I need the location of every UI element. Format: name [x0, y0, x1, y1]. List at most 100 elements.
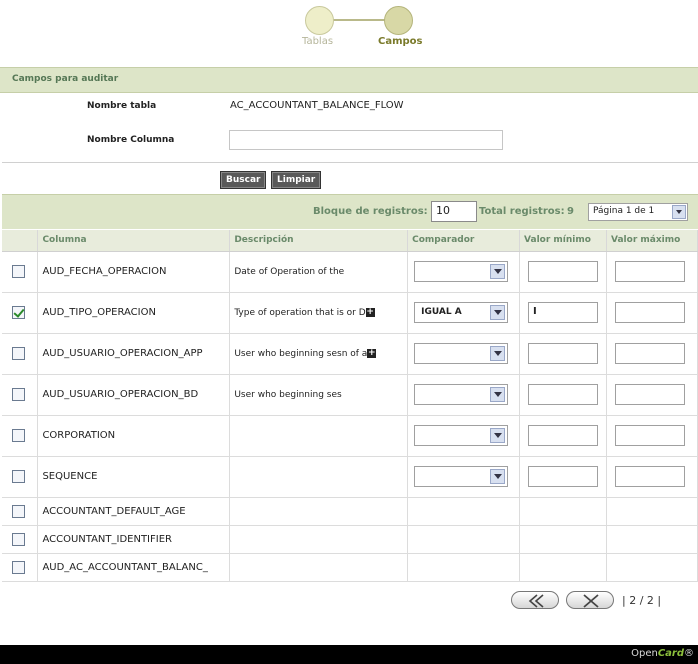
min-value-cell	[519, 525, 608, 554]
chevron-down-icon[interactable]	[490, 428, 506, 443]
description-text: Type of operation that is or D	[234, 308, 366, 318]
max-value-input[interactable]	[615, 261, 686, 282]
chevron-down-icon[interactable]	[490, 305, 506, 320]
max-value-cell	[606, 525, 698, 554]
clear-button[interactable]: Limpiar	[271, 171, 322, 189]
column-name-input[interactable]	[229, 130, 503, 150]
comparator-cell	[407, 374, 521, 416]
min-value-cell	[519, 456, 608, 498]
table-row: ACCOUNTANT_IDENTIFIER	[2, 525, 698, 554]
header-comparator[interactable]: Comparador	[407, 230, 521, 252]
max-value-input[interactable]	[615, 384, 686, 405]
min-value-input[interactable]	[528, 384, 599, 405]
max-value-input[interactable]	[615, 302, 686, 323]
max-value-cell	[606, 497, 698, 526]
max-value-cell	[606, 553, 698, 582]
row-checkbox[interactable]	[12, 560, 25, 574]
comparator-select[interactable]	[414, 261, 509, 282]
comparator-cell: IGUAL A	[407, 292, 521, 334]
min-value-cell: I	[519, 292, 608, 334]
brand-suffix: ®	[684, 648, 694, 659]
min-value-cell	[519, 553, 608, 582]
block-size-input[interactable]: 10	[431, 201, 477, 222]
columns-table: Columna Descripción Comparador Valor mín…	[2, 230, 698, 582]
max-value-cell	[606, 292, 698, 334]
close-button[interactable]	[566, 591, 614, 609]
row-checkbox[interactable]	[12, 470, 25, 483]
header-max-value[interactable]: Valor máximo	[606, 230, 698, 252]
column-name-cell: AUD_USUARIO_OPERACION_APP	[37, 333, 231, 375]
total-label: Total registros:	[479, 206, 565, 217]
column-name-cell: AUD_AC_ACCOUNTANT_BALANC_	[37, 553, 231, 582]
select-cell	[2, 374, 39, 416]
chevron-down-icon[interactable]	[490, 264, 506, 279]
header-select	[2, 230, 39, 252]
row-checkbox[interactable]	[12, 504, 25, 518]
select-cell	[2, 251, 39, 293]
column-name-cell: ACCOUNTANT_IDENTIFIER	[37, 525, 231, 554]
header-column[interactable]: Columna	[37, 230, 231, 252]
table-row: AUD_FECHA_OPERACION Date of Operation of …	[2, 251, 698, 293]
form-divider	[2, 162, 698, 163]
brand-prefix: Open	[631, 648, 658, 659]
chevron-down-icon[interactable]	[672, 205, 686, 219]
min-value-input[interactable]	[528, 343, 599, 364]
column-name-cell: AUD_FECHA_OPERACION	[37, 251, 231, 293]
comparator-cell	[407, 456, 521, 498]
header-description[interactable]: Descripción	[229, 230, 409, 252]
comparator-value: IGUAL A	[421, 307, 462, 317]
comparator-select[interactable]	[414, 384, 509, 405]
column-name-cell: CORPORATION	[37, 415, 231, 457]
column-name-cell: SEQUENCE	[37, 456, 231, 498]
search-button[interactable]: Buscar	[220, 171, 267, 189]
min-value-cell	[519, 333, 608, 375]
max-value-input[interactable]	[615, 343, 686, 364]
row-checkbox[interactable]	[12, 388, 25, 401]
pager-indicator: | 2 / 2 |	[622, 594, 662, 607]
comparator-select[interactable]	[414, 466, 509, 487]
description-cell: User who beginning ses	[229, 374, 409, 416]
min-value-input[interactable]: I	[528, 302, 599, 323]
header-min-value[interactable]: Valor mínimo	[519, 230, 608, 252]
row-checkbox[interactable]	[12, 265, 25, 278]
page-select[interactable]: Página 1 de 1	[588, 203, 688, 221]
min-value-input[interactable]	[528, 425, 599, 446]
comparator-select[interactable]	[414, 343, 509, 364]
max-value-input[interactable]	[615, 425, 686, 446]
row-checkbox[interactable]	[12, 347, 25, 360]
row-checkbox[interactable]	[12, 532, 25, 546]
max-value-cell	[606, 374, 698, 416]
step-campos-circle[interactable]	[384, 6, 413, 35]
table-row: ACCOUNTANT_DEFAULT_AGE	[2, 497, 698, 526]
double-chevron-left-icon	[528, 594, 544, 608]
brand-logo: OpenCard®	[631, 648, 694, 659]
description-text: Date of Operation of the	[234, 267, 345, 277]
plus-icon[interactable]: +	[367, 348, 377, 358]
min-value-input[interactable]	[528, 466, 599, 487]
chevron-down-icon[interactable]	[490, 387, 506, 402]
previous-page-button[interactable]	[511, 591, 559, 609]
step-campos-label[interactable]: Campos	[378, 36, 423, 47]
min-value-cell	[519, 251, 608, 293]
step-tablas-label[interactable]: Tablas	[302, 36, 333, 47]
description-cell: Date of Operation of the	[229, 251, 409, 293]
wizard-connector	[332, 19, 386, 21]
plus-icon[interactable]: +	[365, 307, 375, 317]
column-name-cell: ACCOUNTANT_DEFAULT_AGE	[37, 497, 231, 526]
brand-accent: Card	[657, 648, 684, 659]
comparator-select[interactable]	[414, 425, 509, 446]
select-cell	[2, 333, 39, 375]
chevron-down-icon[interactable]	[490, 469, 506, 484]
step-tablas-circle[interactable]	[305, 6, 334, 35]
max-value-input[interactable]	[615, 466, 686, 487]
chevron-down-icon[interactable]	[490, 346, 506, 361]
select-cell	[2, 292, 39, 334]
max-value-cell	[606, 251, 698, 293]
comparator-select[interactable]: IGUAL A	[414, 302, 509, 323]
row-checkbox[interactable]	[12, 306, 25, 319]
select-cell	[2, 553, 39, 582]
row-checkbox[interactable]	[12, 429, 25, 442]
min-value-input[interactable]	[528, 261, 599, 282]
min-value-cell	[519, 374, 608, 416]
comparator-cell	[407, 251, 521, 293]
